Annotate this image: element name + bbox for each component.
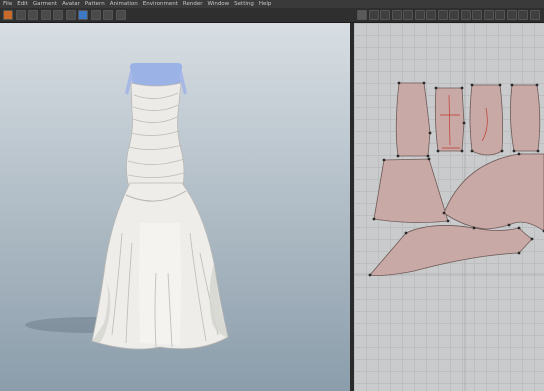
tool-select-icon[interactable] (40, 10, 51, 20)
pattern-bodice-3[interactable] (469, 84, 504, 156)
menu-help[interactable]: Help (259, 0, 272, 8)
pattern-point[interactable] (470, 149, 474, 153)
pattern-point[interactable] (517, 226, 521, 230)
viewport-2d[interactable] (354, 23, 544, 391)
menu-setting[interactable]: Setting (234, 0, 254, 8)
pattern-point[interactable] (500, 149, 504, 153)
tool-check-sewing-icon[interactable] (472, 10, 482, 20)
menu-garment[interactable]: Garment (33, 0, 57, 8)
tool-record-icon[interactable] (65, 10, 76, 20)
menu-pattern[interactable]: Pattern (85, 0, 105, 8)
pattern-point[interactable] (397, 81, 401, 85)
pattern-point[interactable] (510, 83, 514, 87)
tool-trace-icon[interactable] (495, 10, 505, 20)
pattern-point[interactable] (422, 81, 426, 85)
menu-edit[interactable]: Edit (17, 0, 28, 8)
pattern-point[interactable] (436, 149, 440, 153)
pattern-fan-flounce[interactable] (443, 153, 544, 232)
pattern-point[interactable] (426, 154, 430, 158)
pattern-point[interactable] (382, 158, 386, 162)
tool-pin-icon[interactable] (115, 10, 126, 20)
tool-segment-sewing-icon[interactable] (449, 10, 459, 20)
pattern-point[interactable] (512, 149, 516, 153)
tool-select-icon[interactable] (357, 10, 367, 20)
pattern-point[interactable] (507, 223, 511, 227)
tool-simulate-icon[interactable] (3, 10, 13, 20)
avatar-bodice (130, 63, 182, 87)
pattern-point[interactable] (442, 211, 446, 215)
tool-polygon-icon[interactable] (403, 10, 413, 20)
pattern-point[interactable] (462, 121, 466, 125)
pattern-point[interactable] (404, 231, 408, 235)
tool-fold-icon[interactable] (103, 10, 113, 20)
tool-internal-line-icon[interactable] (426, 10, 436, 20)
tool-texture-icon[interactable] (518, 10, 528, 20)
pattern-long-ruffle[interactable] (369, 225, 533, 276)
pattern-point[interactable] (446, 219, 450, 223)
tool-play-icon[interactable] (28, 10, 38, 20)
tool-rectangle-icon[interactable] (414, 10, 425, 20)
pattern-point[interactable] (460, 86, 464, 90)
pattern-skirt-panel[interactable] (373, 158, 449, 223)
menu-animation[interactable]: Animation (110, 0, 138, 8)
pattern-point[interactable] (536, 149, 540, 153)
pattern-point[interactable] (498, 83, 502, 87)
menu-bar: File Edit Garment Avatar Pattern Animation Env… (0, 0, 544, 8)
pattern-point[interactable] (517, 251, 521, 255)
pattern-point[interactable] (470, 83, 474, 87)
tool-curve-icon[interactable] (391, 10, 402, 20)
menu-render[interactable]: Render (183, 0, 203, 8)
garment-render (25, 63, 229, 350)
pattern-pieces (369, 82, 544, 276)
tool-notch-icon[interactable] (506, 10, 517, 20)
tool-arrangement-icon[interactable] (529, 10, 540, 20)
pattern-point[interactable] (396, 154, 400, 158)
pattern-point[interactable] (517, 152, 521, 156)
menu-environment[interactable]: Environment (143, 0, 178, 8)
pattern-point[interactable] (428, 131, 432, 135)
menu-file[interactable]: File (3, 0, 12, 8)
pattern-point[interactable] (434, 86, 438, 90)
tool-dart-icon[interactable] (437, 10, 448, 20)
viewport-3d[interactable] (0, 23, 350, 391)
tool-fold-icon[interactable] (483, 10, 494, 20)
pattern-point[interactable] (460, 149, 464, 153)
pattern-point[interactable] (427, 157, 431, 161)
tool-pointer-icon[interactable] (90, 10, 101, 20)
pattern-point[interactable] (372, 217, 376, 221)
tool-texture-icon[interactable] (15, 10, 26, 20)
pattern-point[interactable] (535, 83, 539, 87)
pattern-bodice-1[interactable] (395, 82, 431, 157)
pattern-point[interactable] (472, 226, 476, 230)
tool-transform-icon[interactable] (368, 10, 379, 20)
pattern-point[interactable] (530, 237, 534, 241)
tool-edit-point-icon[interactable] (380, 10, 390, 20)
tool-avatar-icon[interactable] (78, 10, 88, 20)
pattern-bodice-4[interactable] (510, 84, 541, 152)
tool-move-icon[interactable] (53, 10, 63, 20)
menu-window[interactable]: Window (207, 0, 229, 8)
pattern-window (354, 23, 544, 391)
tool-free-sewing-icon[interactable] (460, 10, 471, 20)
pattern-point[interactable] (368, 273, 372, 277)
menu-avatar[interactable]: Avatar (62, 0, 80, 8)
toolbar (0, 8, 544, 23)
